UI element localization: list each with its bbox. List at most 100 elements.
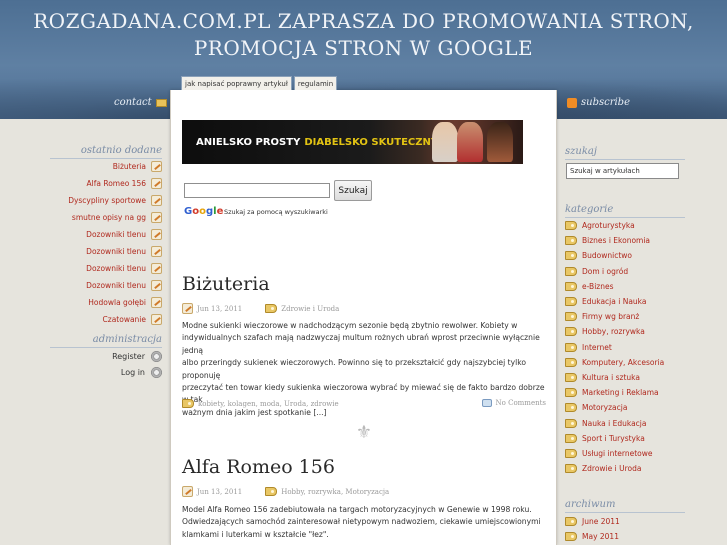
category-link[interactable]: Agroturystyka: [565, 218, 715, 233]
category-link[interactable]: e-Biznes: [565, 279, 715, 294]
category-label[interactable]: Usługi internetowe: [582, 449, 653, 458]
category-label[interactable]: Zdrowie i Uroda: [582, 464, 641, 473]
recent-post-link[interactable]: Czatowanie: [40, 311, 162, 328]
recent-post-label[interactable]: Hodowla gołębi: [88, 298, 146, 307]
archive-link[interactable]: May 2011: [565, 529, 715, 544]
pencil-icon: [151, 195, 162, 206]
subscribe-link[interactable]: subscribe: [567, 97, 630, 108]
category-link[interactable]: Hobby, rozrywka: [565, 324, 715, 339]
comment-icon: [481, 399, 492, 407]
admin-heading: administracja: [50, 334, 162, 348]
category-link[interactable]: Firmy wg branż: [565, 309, 715, 324]
site-title-line-2[interactable]: PROMOCJA STRON W GOOGLE: [0, 35, 727, 62]
category-label[interactable]: Komputery, Akcesoria: [582, 358, 664, 367]
category-label[interactable]: Agroturystyka: [582, 221, 635, 230]
recent-post-link[interactable]: Dozowniki tlenu: [40, 260, 162, 277]
recent-post-label[interactable]: Czatowanie: [103, 315, 146, 324]
post-category[interactable]: Hobby, rozrywka, Motoryzacja: [281, 488, 389, 496]
tab-rules[interactable]: regulamin: [293, 76, 338, 90]
pencil-icon: [151, 280, 162, 291]
category-label[interactable]: Edukacja i Nauka: [582, 297, 646, 306]
recent-post-label[interactable]: Dozowniki tlenu: [86, 247, 146, 256]
site-title[interactable]: ROZGADANA.COM.PL ZAPRASZA DO PROMOWANIA …: [0, 8, 727, 62]
category-link[interactable]: Motoryzacja: [565, 400, 715, 415]
category-label[interactable]: Motoryzacja: [582, 403, 627, 412]
banner-figure-1: [432, 122, 458, 162]
category-link[interactable]: Budownictwo: [565, 248, 715, 263]
comments-label[interactable]: No Comments: [496, 399, 546, 407]
post-title[interactable]: Biżuteria: [182, 273, 270, 295]
category-label[interactable]: Kultura i sztuka: [582, 373, 640, 382]
category-link[interactable]: Nauka i Edukacja: [565, 415, 715, 430]
archive-label[interactable]: June 2011: [582, 517, 620, 526]
post-tag-list[interactable]: kobiety, kolagen, moda, Uroda, zdrowie: [198, 400, 339, 408]
category-label[interactable]: Sport i Turystyka: [582, 434, 645, 443]
excerpt-line: indywidualnych szafach mają nadzwyczaj m…: [182, 333, 540, 355]
category-link[interactable]: Marketing i Reklama: [565, 385, 715, 400]
post-meta: Jun 13, 2011 Zdrowie i Uroda: [182, 303, 339, 314]
subscribe-label[interactable]: subscribe: [581, 97, 630, 108]
category-link[interactable]: Internet: [565, 340, 715, 355]
category-label[interactable]: e-Biznes: [582, 282, 614, 291]
tag-icon: [565, 464, 577, 474]
category-link[interactable]: Dom i ogród: [565, 264, 715, 279]
recent-post-label[interactable]: smutne opisy na gg: [72, 213, 146, 222]
pencil-icon: [151, 161, 162, 172]
category-label[interactable]: Budownictwo: [582, 251, 632, 260]
recent-post-label[interactable]: Dyscypliny sportowe: [68, 196, 146, 205]
category-link[interactable]: Usługi internetowe: [565, 446, 715, 461]
google-logo: Google: [184, 206, 224, 217]
banner-figure-3: [487, 122, 513, 162]
category-link[interactable]: Zdrowie i Uroda: [565, 461, 715, 476]
mail-icon[interactable]: [155, 98, 167, 107]
category-label[interactable]: Marketing i Reklama: [582, 388, 659, 397]
category-label[interactable]: Hobby, rozrywka: [582, 327, 645, 336]
recent-post-link[interactable]: Hodowla gołębi: [40, 294, 162, 311]
main-content: ANIELSKO PROSTY DIABELSKO SKUTECZNY Szuk…: [170, 90, 557, 545]
search-heading: szukaj: [565, 146, 685, 160]
recent-post-link[interactable]: Alfa Romeo 156: [40, 175, 162, 192]
register-link[interactable]: Register: [40, 348, 162, 364]
recent-post-link[interactable]: Biżuteria: [40, 158, 162, 175]
comments-link[interactable]: No Comments: [481, 399, 546, 407]
banner-ad[interactable]: ANIELSKO PROSTY DIABELSKO SKUTECZNY: [182, 120, 523, 164]
archive-link[interactable]: June 2011: [565, 514, 715, 529]
category-link[interactable]: Sport i Turystyka: [565, 431, 715, 446]
recent-post-label[interactable]: Biżuteria: [113, 162, 146, 171]
tab-article-guide[interactable]: jak napisać poprawny artykuł: [181, 76, 292, 90]
post-category[interactable]: Zdrowie i Uroda: [281, 305, 339, 313]
recent-post-label[interactable]: Dozowniki tlenu: [86, 264, 146, 273]
recent-post-label[interactable]: Dozowniki tlenu: [86, 230, 146, 239]
article-search-input[interactable]: Szukaj w artykułach: [566, 163, 679, 179]
recent-post-link[interactable]: Dozowniki tlenu: [40, 243, 162, 260]
tag-icon: [565, 388, 577, 398]
login-label[interactable]: Log in: [121, 368, 145, 377]
category-label[interactable]: Biznes i Ekonomia: [582, 236, 650, 245]
rss-icon[interactable]: [567, 97, 577, 108]
category-label[interactable]: Firmy wg branż: [582, 312, 639, 321]
category-link[interactable]: Edukacja i Nauka: [565, 294, 715, 309]
google-search-input[interactable]: [184, 183, 330, 198]
tag-icon: [565, 221, 577, 231]
category-label[interactable]: Dom i ogród: [582, 267, 628, 276]
recent-post-link[interactable]: Dyscypliny sportowe: [40, 192, 162, 209]
recent-post-link[interactable]: Dozowniki tlenu: [40, 226, 162, 243]
category-label[interactable]: Internet: [582, 343, 612, 352]
archive-label[interactable]: May 2011: [582, 532, 619, 541]
gear-icon: [151, 350, 162, 362]
recent-post-label[interactable]: Dozowniki tlenu: [86, 281, 146, 290]
post-title[interactable]: Alfa Romeo 156: [182, 456, 335, 478]
category-link[interactable]: Biznes i Ekonomia: [565, 233, 715, 248]
login-link[interactable]: Log in: [40, 364, 162, 380]
recent-post-link[interactable]: Dozowniki tlenu: [40, 277, 162, 294]
contact-label[interactable]: contact: [114, 97, 152, 108]
category-link[interactable]: Kultura i sztuka: [565, 370, 715, 385]
category-label[interactable]: Nauka i Edukacja: [582, 419, 646, 428]
recent-post-link[interactable]: smutne opisy na gg: [40, 209, 162, 226]
contact-link[interactable]: contact: [114, 97, 167, 108]
google-search-button[interactable]: Szukaj: [334, 180, 372, 201]
register-label[interactable]: Register: [112, 352, 145, 361]
category-link[interactable]: Komputery, Akcesoria: [565, 355, 715, 370]
site-title-line-1[interactable]: ROZGADANA.COM.PL ZAPRASZA DO PROMOWANIA …: [0, 8, 727, 35]
recent-post-label[interactable]: Alfa Romeo 156: [86, 179, 146, 188]
